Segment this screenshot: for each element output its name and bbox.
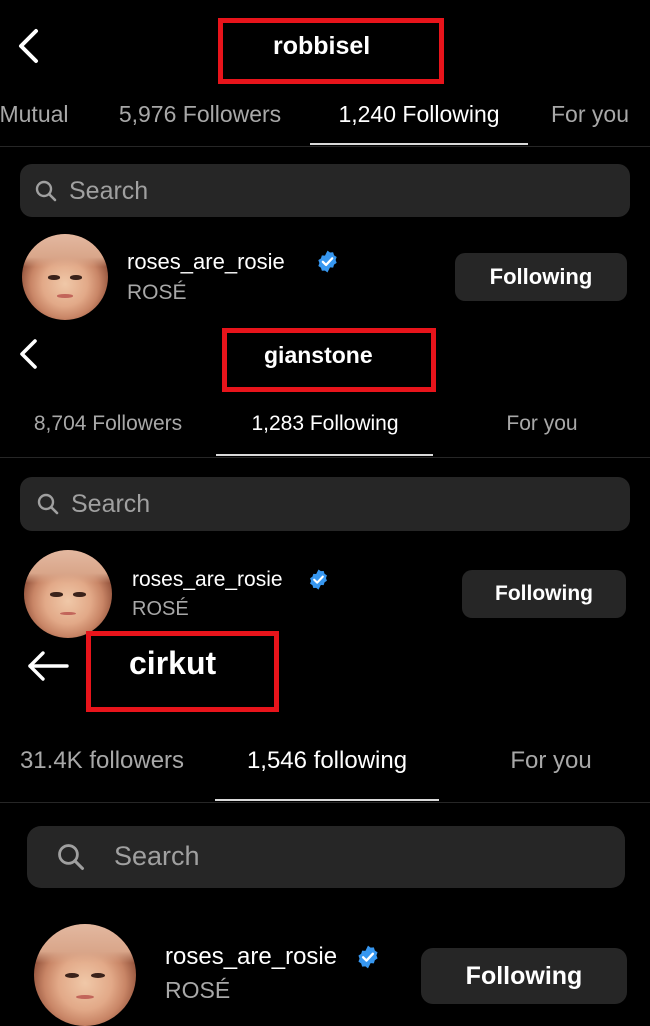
tab-mutual[interactable]: Mutual [0, 101, 69, 128]
chevron-left-icon[interactable] [18, 338, 40, 370]
tab-followers[interactable]: 5,976 Followers [119, 101, 281, 128]
active-tab-indicator [215, 799, 439, 801]
search-icon [35, 180, 57, 202]
page-title: gianstone [264, 342, 373, 368]
search-placeholder: Search [69, 177, 149, 205]
chevron-left-icon[interactable] [16, 28, 42, 64]
search-placeholder: Search [114, 841, 200, 871]
tab-followers[interactable]: 8,704 Followers [34, 412, 182, 436]
verified-badge-icon [310, 569, 327, 590]
full-name: ROSÉ [132, 598, 189, 620]
divider [0, 802, 650, 803]
avatar[interactable] [24, 550, 112, 638]
following-button[interactable]: Following [462, 570, 626, 618]
full-name: ROSÉ [127, 281, 187, 304]
search-placeholder: Search [71, 490, 151, 518]
search-input[interactable]: Search [20, 164, 630, 217]
avatar[interactable] [22, 234, 108, 320]
tab-following[interactable]: 1,546 following [247, 747, 407, 775]
search-icon [37, 493, 59, 515]
search-input[interactable]: Search [27, 826, 625, 888]
tab-for-you[interactable]: For you [506, 412, 577, 436]
tab-following[interactable]: 1,240 Following [338, 101, 499, 128]
username[interactable]: roses_are_rosie [132, 568, 283, 592]
tab-for-you[interactable]: For you [510, 747, 591, 775]
username[interactable]: roses_are_rosie [165, 943, 337, 971]
verified-badge-icon [318, 250, 337, 273]
tab-following[interactable]: 1,283 Following [251, 412, 398, 436]
active-tab-indicator [216, 454, 433, 456]
avatar[interactable] [34, 924, 136, 1026]
active-tab-indicator [310, 143, 528, 145]
search-input[interactable]: Search [20, 477, 630, 531]
tab-for-you[interactable]: For you [551, 101, 629, 128]
page-title: robbisel [273, 32, 371, 60]
arrow-left-icon[interactable] [26, 650, 70, 682]
following-button[interactable]: Following [455, 253, 627, 301]
tab-followers[interactable]: 31.4K followers [20, 747, 184, 775]
divider [0, 457, 650, 458]
search-icon [58, 844, 84, 870]
verified-badge-icon [358, 945, 378, 969]
page-title: cirkut [129, 645, 217, 681]
following-button[interactable]: Following [421, 948, 627, 1004]
username[interactable]: roses_are_rosie [127, 249, 285, 275]
divider [0, 146, 650, 147]
